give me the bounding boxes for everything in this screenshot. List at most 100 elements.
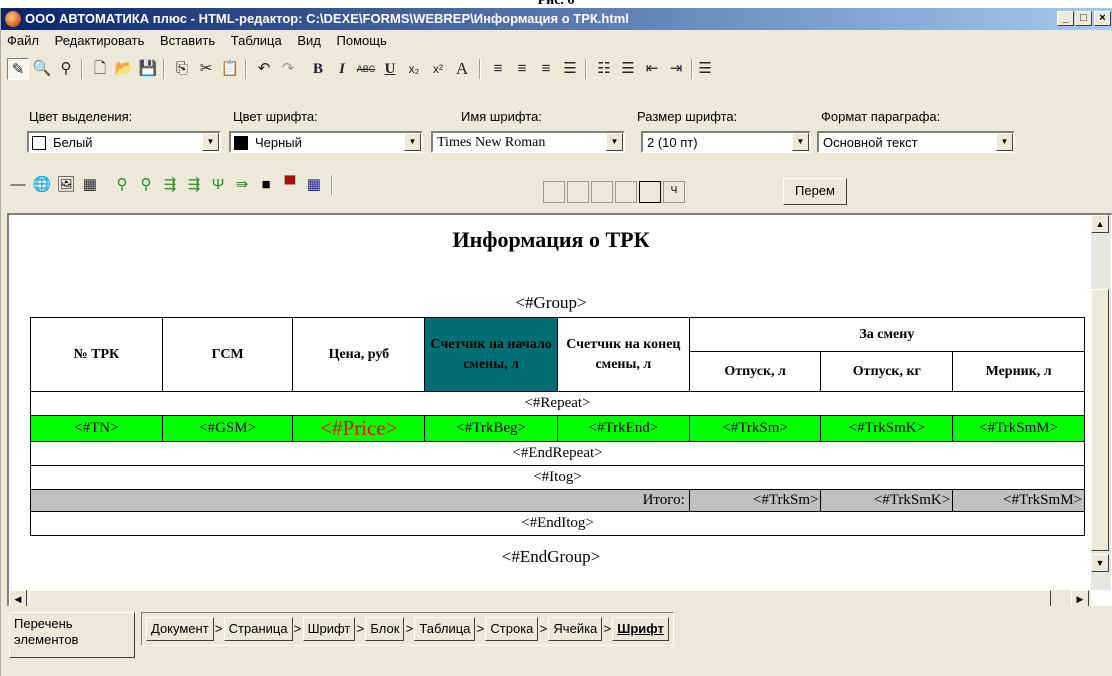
- cell-marker-button[interactable]: Ч: [663, 181, 685, 203]
- design-mode-icon[interactable]: ✎: [7, 58, 29, 80]
- new-file-icon[interactable]: 🗋: [89, 58, 111, 80]
- scroll-up-icon[interactable]: ▲: [1091, 215, 1109, 233]
- total-trk-sm[interactable]: <#TrkSm>: [688, 489, 822, 512]
- delete-row-icon[interactable]: ▀: [279, 174, 301, 196]
- align-center-icon[interactable]: ≡: [511, 58, 533, 80]
- chevron-down-icon[interactable]: ▼: [996, 133, 1013, 151]
- scroll-down-icon[interactable]: ▼: [1091, 554, 1109, 572]
- more-tools-icon[interactable]: ☰: [698, 58, 712, 80]
- document-editor[interactable]: Информация о ТРК <#Group> № ТРК ГСМ Цена…: [7, 213, 1112, 608]
- superscript-button[interactable]: x²: [427, 58, 449, 80]
- menu-view[interactable]: Вид: [291, 31, 327, 48]
- field-trk-smk[interactable]: <#TrkSmK>: [820, 415, 954, 442]
- report-table[interactable]: № ТРК ГСМ Цена, руб Счетчик на начало см…: [30, 317, 1086, 536]
- chevron-down-icon[interactable]: ▼: [606, 133, 623, 151]
- redo-icon[interactable]: ↷: [277, 58, 299, 80]
- highlight-color-select[interactable]: Белый ▼: [27, 131, 221, 153]
- border-style-2[interactable]: [567, 181, 589, 203]
- end-itog-tag[interactable]: <#EndItog>: [30, 511, 1085, 536]
- image-icon[interactable]: 🖼: [55, 174, 77, 196]
- insert-column-right-icon[interactable]: ⇶: [183, 174, 205, 196]
- font-size-select[interactable]: 2 (10 пт) ▼: [641, 131, 811, 153]
- align-justify-icon[interactable]: ☰: [559, 58, 581, 80]
- align-left-icon[interactable]: ≡: [487, 58, 509, 80]
- menu-help[interactable]: Помощь: [331, 31, 393, 48]
- crumb-document[interactable]: Документ: [146, 617, 214, 641]
- menu-table[interactable]: Таблица: [225, 31, 288, 48]
- header-counter-start[interactable]: Счетчик на начало смены, л: [424, 317, 558, 392]
- crumb-font[interactable]: Шрифт: [302, 617, 356, 641]
- itog-tag[interactable]: <#Itog>: [30, 465, 1085, 490]
- clear-format-button[interactable]: A: [451, 58, 473, 80]
- insert-row-below-icon[interactable]: ⚲: [135, 174, 157, 196]
- find-icon[interactable]: ⚲: [55, 58, 77, 80]
- open-file-icon[interactable]: 📂: [113, 58, 135, 80]
- header-release-kg[interactable]: Отпуск, кг: [820, 351, 954, 392]
- header-counter-end[interactable]: Счетчик на конец смены, л: [556, 317, 690, 392]
- undo-icon[interactable]: ↶: [253, 58, 275, 80]
- insert-table-icon[interactable]: ▦: [79, 174, 101, 196]
- split-cell-icon[interactable]: Ψ: [207, 174, 229, 196]
- scroll-thumb[interactable]: [1091, 289, 1109, 551]
- border-style-3[interactable]: [591, 181, 613, 203]
- strikethrough-button[interactable]: ABC: [355, 58, 377, 80]
- font-color-select[interactable]: Черный ▼: [229, 131, 423, 153]
- hyperlink-icon[interactable]: 🌐: [31, 174, 53, 196]
- horizontal-rule-icon[interactable]: —: [7, 174, 29, 196]
- paragraph-format-select[interactable]: Основной текст ▼: [817, 131, 1015, 153]
- total-trk-smm[interactable]: <#TrkSmM>: [952, 489, 1085, 512]
- crumb-row[interactable]: Строка: [485, 617, 539, 641]
- crumb-cell[interactable]: Ячейка: [548, 617, 603, 641]
- total-row[interactable]: Итого: <#TrkSm> <#TrkSmK> <#TrkSmM>: [30, 489, 1085, 512]
- chevron-down-icon[interactable]: ▼: [792, 133, 809, 151]
- cut-icon[interactable]: ✂: [195, 58, 217, 80]
- menu-file[interactable]: Файл: [1, 31, 45, 48]
- merge-right-icon[interactable]: ⇛: [231, 174, 253, 196]
- header-meter-l[interactable]: Мерник, л: [952, 351, 1085, 392]
- crumb-table[interactable]: Таблица: [414, 617, 476, 641]
- border-style-4[interactable]: [615, 181, 637, 203]
- total-trk-smk[interactable]: <#TrkSmK>: [820, 489, 954, 512]
- vertical-scrollbar[interactable]: ▲ ▼: [1091, 215, 1111, 590]
- subscript-button[interactable]: x₂: [403, 58, 425, 80]
- insert-row-above-icon[interactable]: ⚲: [111, 174, 133, 196]
- maximize-button[interactable]: □: [1075, 11, 1092, 26]
- crumb-page[interactable]: Страница: [223, 617, 293, 641]
- font-name-select[interactable]: Times New Roman ▼: [431, 131, 625, 153]
- header-price[interactable]: Цена, руб: [292, 317, 426, 392]
- repeat-tag[interactable]: <#Repeat>: [30, 391, 1085, 416]
- crumb-block[interactable]: Блок: [365, 617, 405, 641]
- border-style-5[interactable]: [639, 181, 661, 203]
- bullet-list-icon[interactable]: ☷: [593, 58, 615, 80]
- copy-icon[interactable]: ⎘: [171, 58, 193, 80]
- field-trk-beg[interactable]: <#TrkBeg>: [424, 415, 558, 442]
- field-trk-sm[interactable]: <#TrkSm>: [688, 415, 822, 442]
- bold-button[interactable]: B: [307, 58, 329, 80]
- numbered-list-icon[interactable]: ☰: [617, 58, 639, 80]
- elements-list-button[interactable]: Перечень элементов: [9, 612, 135, 658]
- outdent-icon[interactable]: ⇤: [641, 58, 663, 80]
- header-release-l[interactable]: Отпуск, л: [688, 351, 822, 392]
- insert-column-left-icon[interactable]: ⇶: [159, 174, 181, 196]
- save-icon[interactable]: 💾: [137, 58, 159, 80]
- field-trk-smm[interactable]: <#TrkSmM>: [952, 415, 1085, 442]
- header-per-shift[interactable]: За смену: [688, 317, 1086, 352]
- menu-edit[interactable]: Редактировать: [49, 31, 151, 48]
- indent-icon[interactable]: ⇥: [665, 58, 687, 80]
- end-repeat-tag[interactable]: <#EndRepeat>: [30, 441, 1085, 466]
- chevron-down-icon[interactable]: ▼: [404, 133, 421, 151]
- merge-cells-icon[interactable]: ■: [255, 174, 277, 196]
- header-gsm[interactable]: ГСМ: [161, 317, 294, 392]
- field-trk-end[interactable]: <#TrkEnd>: [556, 415, 690, 442]
- italic-button[interactable]: I: [331, 58, 353, 80]
- table-row[interactable]: <#TN> <#GSM> <#Price> <#TrkBeg> <#TrkEnd…: [30, 415, 1085, 442]
- close-button[interactable]: ×: [1094, 11, 1111, 26]
- field-price[interactable]: <#Price>: [292, 415, 426, 442]
- table-properties-icon[interactable]: ▦: [303, 174, 325, 196]
- preview-icon[interactable]: 🔍: [31, 58, 53, 80]
- paste-icon[interactable]: 📋: [219, 58, 241, 80]
- align-right-icon[interactable]: ≡: [535, 58, 557, 80]
- chevron-down-icon[interactable]: ▼: [202, 133, 219, 151]
- menu-insert[interactable]: Вставить: [154, 31, 221, 48]
- crumb-font-active[interactable]: Шрифт: [612, 617, 669, 641]
